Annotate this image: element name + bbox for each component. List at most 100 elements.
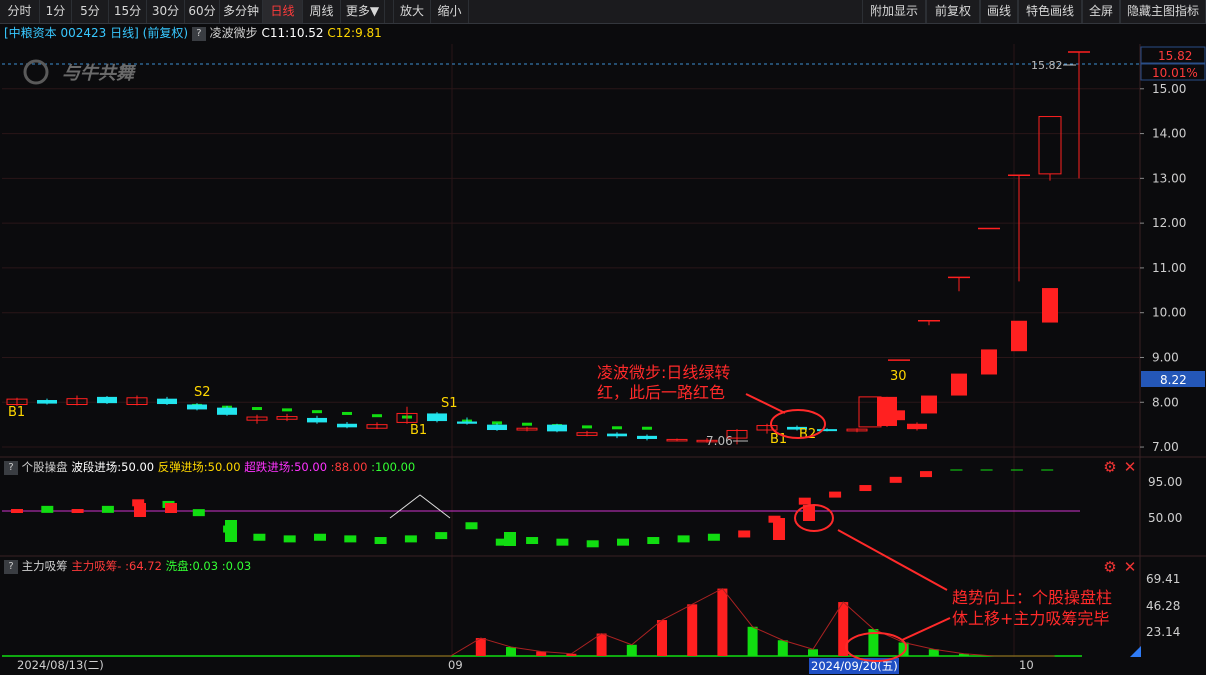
p2-bar xyxy=(798,497,811,505)
panel2-item-1: 反弹进场:50.00 xyxy=(154,460,241,474)
close-icon[interactable]: ✕ xyxy=(1122,459,1138,475)
price-tick: 8.00 xyxy=(1152,395,1179,409)
corner-icon xyxy=(1130,646,1141,657)
p3-axis-2: 23.14 xyxy=(1146,625,1180,639)
panel3-help-button[interactable]: ? xyxy=(4,559,18,574)
panel3-header: ? 主力吸筹 主力吸筹- :64.72 洗盘:0.03 :0.03 xyxy=(4,558,251,574)
watermark: 与牛共舞 xyxy=(23,59,137,85)
p2-bar xyxy=(192,509,205,517)
candle-body xyxy=(307,417,327,423)
annotation-pointer xyxy=(837,529,948,591)
signal-B1: B1 xyxy=(410,423,427,438)
date-month-9: 09 xyxy=(448,658,463,672)
candle-body xyxy=(457,421,477,424)
candle-body xyxy=(1038,116,1062,175)
panel3-item-2: 洗盘:0.03 xyxy=(161,559,219,573)
p3-bar xyxy=(657,620,667,656)
close-icon[interactable]: ✕ xyxy=(1122,559,1138,575)
panel3-item-0: 主力吸筹- xyxy=(71,559,122,573)
signal-S1: S1 xyxy=(441,396,458,411)
price-tick: 12.00 xyxy=(1152,216,1186,230)
annotation-main-line1: 凌波微步:日线绿转 xyxy=(597,363,730,382)
panel2-layer: 95.00 50.00 xyxy=(2,469,1182,548)
panel3-item-1: :64.72 xyxy=(121,559,162,573)
candle-body xyxy=(97,396,117,404)
panel2-item-2: 超跌进场:50.00 xyxy=(240,460,328,474)
p2-bar xyxy=(465,522,478,530)
p2-bar xyxy=(374,537,387,545)
p3-line xyxy=(360,587,1055,657)
p2-bar xyxy=(71,509,84,513)
p3-bar xyxy=(626,644,637,656)
price-axis: 15.00 14.00 13.00 12.00 11.00 10.00 9.00 8.00 7.… xyxy=(1140,46,1206,454)
date-month-10: 10 xyxy=(1019,658,1034,672)
annotation-pointer xyxy=(745,393,786,414)
top-price-value: 15.82 xyxy=(1158,49,1192,63)
settings-gear-icon[interactable]: ⚙ xyxy=(1102,559,1118,575)
p2-bar xyxy=(253,533,266,541)
p2-bar xyxy=(435,532,448,540)
candle-body xyxy=(157,398,177,405)
candle-body xyxy=(607,433,627,437)
price-tick: 7.00 xyxy=(1152,440,1179,454)
annotation-main-line2: 红，此后一路红色 xyxy=(597,383,725,402)
p2-bar xyxy=(889,476,902,483)
p3-bar xyxy=(777,640,788,656)
p2-bar xyxy=(920,471,932,478)
p2-bar xyxy=(526,537,539,545)
price-tick: 9.00 xyxy=(1152,350,1179,364)
p2-bar xyxy=(344,535,357,543)
low-price-label: 7.06 xyxy=(706,434,733,448)
candle-body xyxy=(637,435,657,439)
triangle-mark xyxy=(389,494,451,519)
current-price-value: 8.22 xyxy=(1160,373,1187,387)
p2-bar xyxy=(504,532,516,546)
signal-30: 30 xyxy=(890,369,907,384)
watermark-text: 与牛共舞 xyxy=(62,63,137,84)
p3-bar xyxy=(808,649,818,656)
annotation-pointer xyxy=(901,617,951,641)
signal-B1: B1 xyxy=(8,405,25,420)
candle-body xyxy=(337,423,357,428)
panel2-title[interactable]: 个股操盘 xyxy=(22,460,68,474)
p2-bar xyxy=(647,537,660,545)
annotation-lower-line2: 体上移+主力吸筹完毕 xyxy=(952,609,1109,628)
p2-bar xyxy=(41,505,54,513)
panel3-title[interactable]: 主力吸筹 xyxy=(22,559,68,573)
p3-bar xyxy=(687,604,698,656)
p2-bar xyxy=(707,533,720,541)
p2-bar xyxy=(617,538,629,546)
p2-bar xyxy=(738,530,751,538)
p3-bar xyxy=(506,647,516,656)
p2-bar xyxy=(101,505,114,513)
candle-body xyxy=(37,400,57,404)
price-tick: 14.00 xyxy=(1152,127,1186,141)
annotation-layer: 凌波微步:日线绿转红，此后一路红色趋势向上：个股操盘柱体上移+主力吸筹完毕 xyxy=(597,363,1112,662)
candle-body xyxy=(951,373,967,396)
p2-bar xyxy=(314,533,326,541)
p2-bar xyxy=(283,535,296,543)
p2-axis-95: 95.00 xyxy=(1148,475,1182,489)
settings-gear-icon[interactable]: ⚙ xyxy=(1102,459,1118,475)
p2-bar xyxy=(773,518,785,540)
candle-body xyxy=(487,424,507,431)
p2-bar xyxy=(11,509,23,513)
p3-bar xyxy=(475,638,486,656)
logo-icon xyxy=(23,59,49,85)
candle-body xyxy=(217,407,237,415)
panel2-item-4: :100.00 xyxy=(367,460,416,474)
p2-bar xyxy=(859,485,872,492)
p2-bar xyxy=(225,520,237,542)
p2-bar xyxy=(165,503,177,513)
annotation-circle xyxy=(770,409,826,439)
p3-bar xyxy=(747,626,758,656)
price-tick: 13.00 xyxy=(1152,171,1186,185)
p2-axis-50: 50.00 xyxy=(1148,511,1182,525)
p2-bar xyxy=(586,540,599,548)
panel2-help-button[interactable]: ? xyxy=(4,460,18,475)
annotation-lower-line1: 趋势向上：个股操盘柱 xyxy=(952,588,1112,607)
panel2-item-3: :88.00 xyxy=(327,460,368,474)
candle-body xyxy=(427,413,447,422)
p2-bar xyxy=(404,535,417,543)
price-tick: 11.00 xyxy=(1152,261,1186,275)
